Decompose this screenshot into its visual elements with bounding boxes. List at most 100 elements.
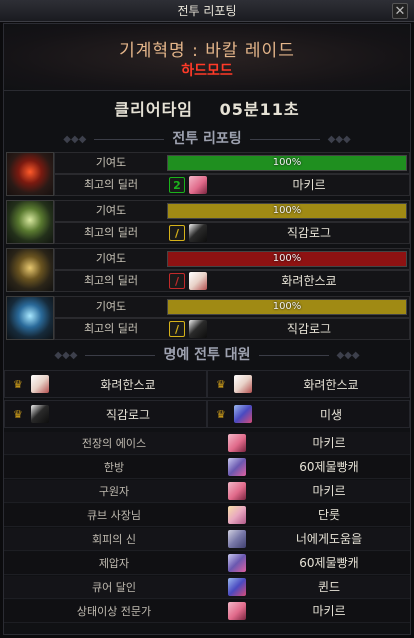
honor-member[interactable]: ♛ 직감로그 — [4, 400, 207, 428]
section-title: 전투 리포팅 — [172, 131, 242, 147]
dark-ninja-avatar — [189, 320, 207, 338]
award-title: 큐어 달인 — [92, 581, 136, 594]
award-title: 회피의 신 — [92, 533, 136, 546]
top-dealer-label: 최고의 딜러 — [83, 274, 139, 287]
blue-mage-avatar — [228, 578, 246, 596]
honor-member-name: 직감로그 — [105, 408, 151, 422]
purple-hair-avatar — [228, 554, 246, 572]
window-title: 전투 리포팅 — [177, 4, 237, 18]
top-dealer-label: 최고의 딜러 — [83, 322, 139, 335]
report-panel: 기계혁명 : 바칼 레이드 하드모드 클리어타임 05분11초 ◆◆◆ 전투 리포… — [3, 23, 411, 635]
award-winner-name: 퀸드 — [317, 580, 341, 594]
top-dealer-row: 최고의 딜러 / 화려한스쿄 — [54, 270, 410, 292]
section-title: 명예 전투 대원 — [163, 347, 251, 363]
white-hair-avatar — [189, 272, 207, 290]
divider — [4, 90, 410, 91]
award-title: 상태이상 전문가 — [76, 605, 152, 618]
dark-ninja-avatar — [189, 224, 207, 242]
difficulty-mode: 하드모드 — [181, 63, 233, 79]
contribution-value: 100% — [272, 301, 302, 312]
clear-time-row: 클리어타임 05분11초 — [4, 96, 410, 124]
white-hair-avatar — [31, 375, 49, 393]
award-row[interactable]: 제압자 60제물빵캐 — [4, 552, 410, 575]
party-badge-icon: 2 — [169, 177, 185, 193]
award-row[interactable]: 한방 60제물빵캐 — [4, 456, 410, 479]
award-row[interactable]: 큐브 사장님 단룻 — [4, 504, 410, 527]
divider — [249, 138, 320, 140]
honor-member[interactable]: ♛ 미생 — [207, 400, 410, 428]
contribution-bar: 100% — [167, 251, 407, 267]
gold-helmet-icon — [6, 248, 54, 292]
award-title: 한방 — [103, 461, 125, 474]
blue-mage-avatar — [234, 405, 252, 423]
party-badge-icon: / — [169, 225, 185, 241]
crown-icon: ♛ — [13, 408, 23, 421]
top-dealer-label: 최고의 딜러 — [83, 178, 139, 191]
top-dealer-row: 최고의 딜러 / 직감로그 — [54, 318, 410, 340]
raid-title: 기계혁명 : 바칼 레이드 — [119, 41, 295, 61]
award-row[interactable]: 전장의 에이스 마키르 — [4, 432, 410, 455]
diamond-ornament-icon: ◆◆◆ — [63, 133, 87, 145]
top-dealer-label: 최고의 딜러 — [83, 226, 139, 239]
honor-heading: ◆◆◆ 명예 전투 대원 ◆◆◆ — [4, 344, 410, 366]
top-dealer-row: 최고의 딜러 2 마키르 — [54, 174, 410, 196]
contribution-label: 기여도 — [95, 252, 127, 265]
award-row[interactable]: 큐어 달인 퀸드 — [4, 576, 410, 599]
contribution-label: 기여도 — [95, 204, 127, 217]
pink-hair-avatar — [189, 176, 207, 194]
white-hair-avatar — [234, 375, 252, 393]
divider — [85, 354, 156, 356]
clear-time-label: 클리어타임 — [114, 100, 194, 119]
purple-hair-avatar — [228, 458, 246, 476]
award-winner-name: 마키르 — [312, 484, 346, 498]
honor-member-name: 미생 — [319, 408, 343, 422]
award-winner-name: 마키르 — [312, 436, 346, 450]
award-title: 큐브 사장님 — [86, 509, 142, 522]
party-badge-icon: / — [169, 321, 185, 337]
party-badge-icon: / — [169, 273, 185, 289]
pink-hair-avatar — [228, 602, 246, 620]
award-title: 구원자 — [98, 485, 130, 498]
top-dealer-row: 최고의 딜러 / 직감로그 — [54, 222, 410, 244]
top-dealer-name[interactable]: 마키르 — [211, 175, 407, 195]
crown-icon: ♛ — [13, 378, 23, 391]
contribution-bar: 100% — [167, 203, 407, 219]
top-dealer-name[interactable]: 화려한스쿄 — [211, 271, 407, 291]
party-row: 기여도 100% 최고의 딜러 / 화려한스쿄 — [4, 248, 410, 294]
party-row: 기여도 100% 최고의 딜러 2 마키르 — [4, 152, 410, 198]
honor-member-name: 화려한스쿄 — [100, 378, 156, 392]
grey-hair-avatar — [228, 530, 246, 548]
party-row: 기여도 100% 최고의 딜러 / 직감로그 — [4, 200, 410, 246]
raid-header: 기계혁명 : 바칼 레이드 하드모드 — [4, 24, 410, 90]
contribution-value: 100% — [272, 253, 302, 264]
red-helmet-icon — [6, 152, 54, 196]
award-title: 전장의 에이스 — [81, 437, 147, 450]
award-row[interactable]: 상태이상 전문가 마키르 — [4, 600, 410, 623]
close-icon[interactable]: ✕ — [392, 3, 408, 19]
top-dealer-name[interactable]: 직감로그 — [211, 223, 407, 243]
battle-report-heading: ◆◆◆ 전투 리포팅 ◆◆◆ — [4, 128, 410, 150]
party-row: 기여도 100% 최고의 딜러 / 직감로그 — [4, 296, 410, 342]
window-titlebar: 전투 리포팅 ✕ — [0, 0, 414, 22]
divider — [94, 138, 165, 140]
diamond-ornament-icon: ◆◆◆ — [54, 349, 78, 361]
award-winner-name: 마키르 — [312, 604, 346, 618]
divider — [258, 354, 329, 356]
top-dealer-name[interactable]: 직감로그 — [211, 319, 407, 339]
award-winner-name: 단룻 — [317, 508, 341, 522]
contribution-row: 기여도 100% — [54, 296, 410, 318]
award-row[interactable]: 구원자 마키르 — [4, 480, 410, 503]
contribution-bar: 100% — [167, 299, 407, 315]
award-title: 제압자 — [98, 557, 130, 570]
award-row[interactable]: 회피의 신 너에게도움을 — [4, 528, 410, 551]
award-winner-name: 60제물빵캐 — [299, 460, 359, 474]
contribution-row: 기여도 100% — [54, 248, 410, 270]
crown-icon: ♛ — [216, 378, 226, 391]
honor-member-grid: ♛ 화려한스쿄 ♛ 화려한스쿄 ♛ 직감로그 ♛ 미생 — [4, 370, 410, 430]
honor-member[interactable]: ♛ 화려한스쿄 — [4, 370, 207, 398]
diamond-ornament-icon: ◆◆◆ — [327, 133, 351, 145]
pink-hair-avatar — [228, 482, 246, 500]
honor-member[interactable]: ♛ 화려한스쿄 — [207, 370, 410, 398]
blue-helmet-icon — [6, 296, 54, 340]
contribution-value: 100% — [272, 205, 302, 216]
